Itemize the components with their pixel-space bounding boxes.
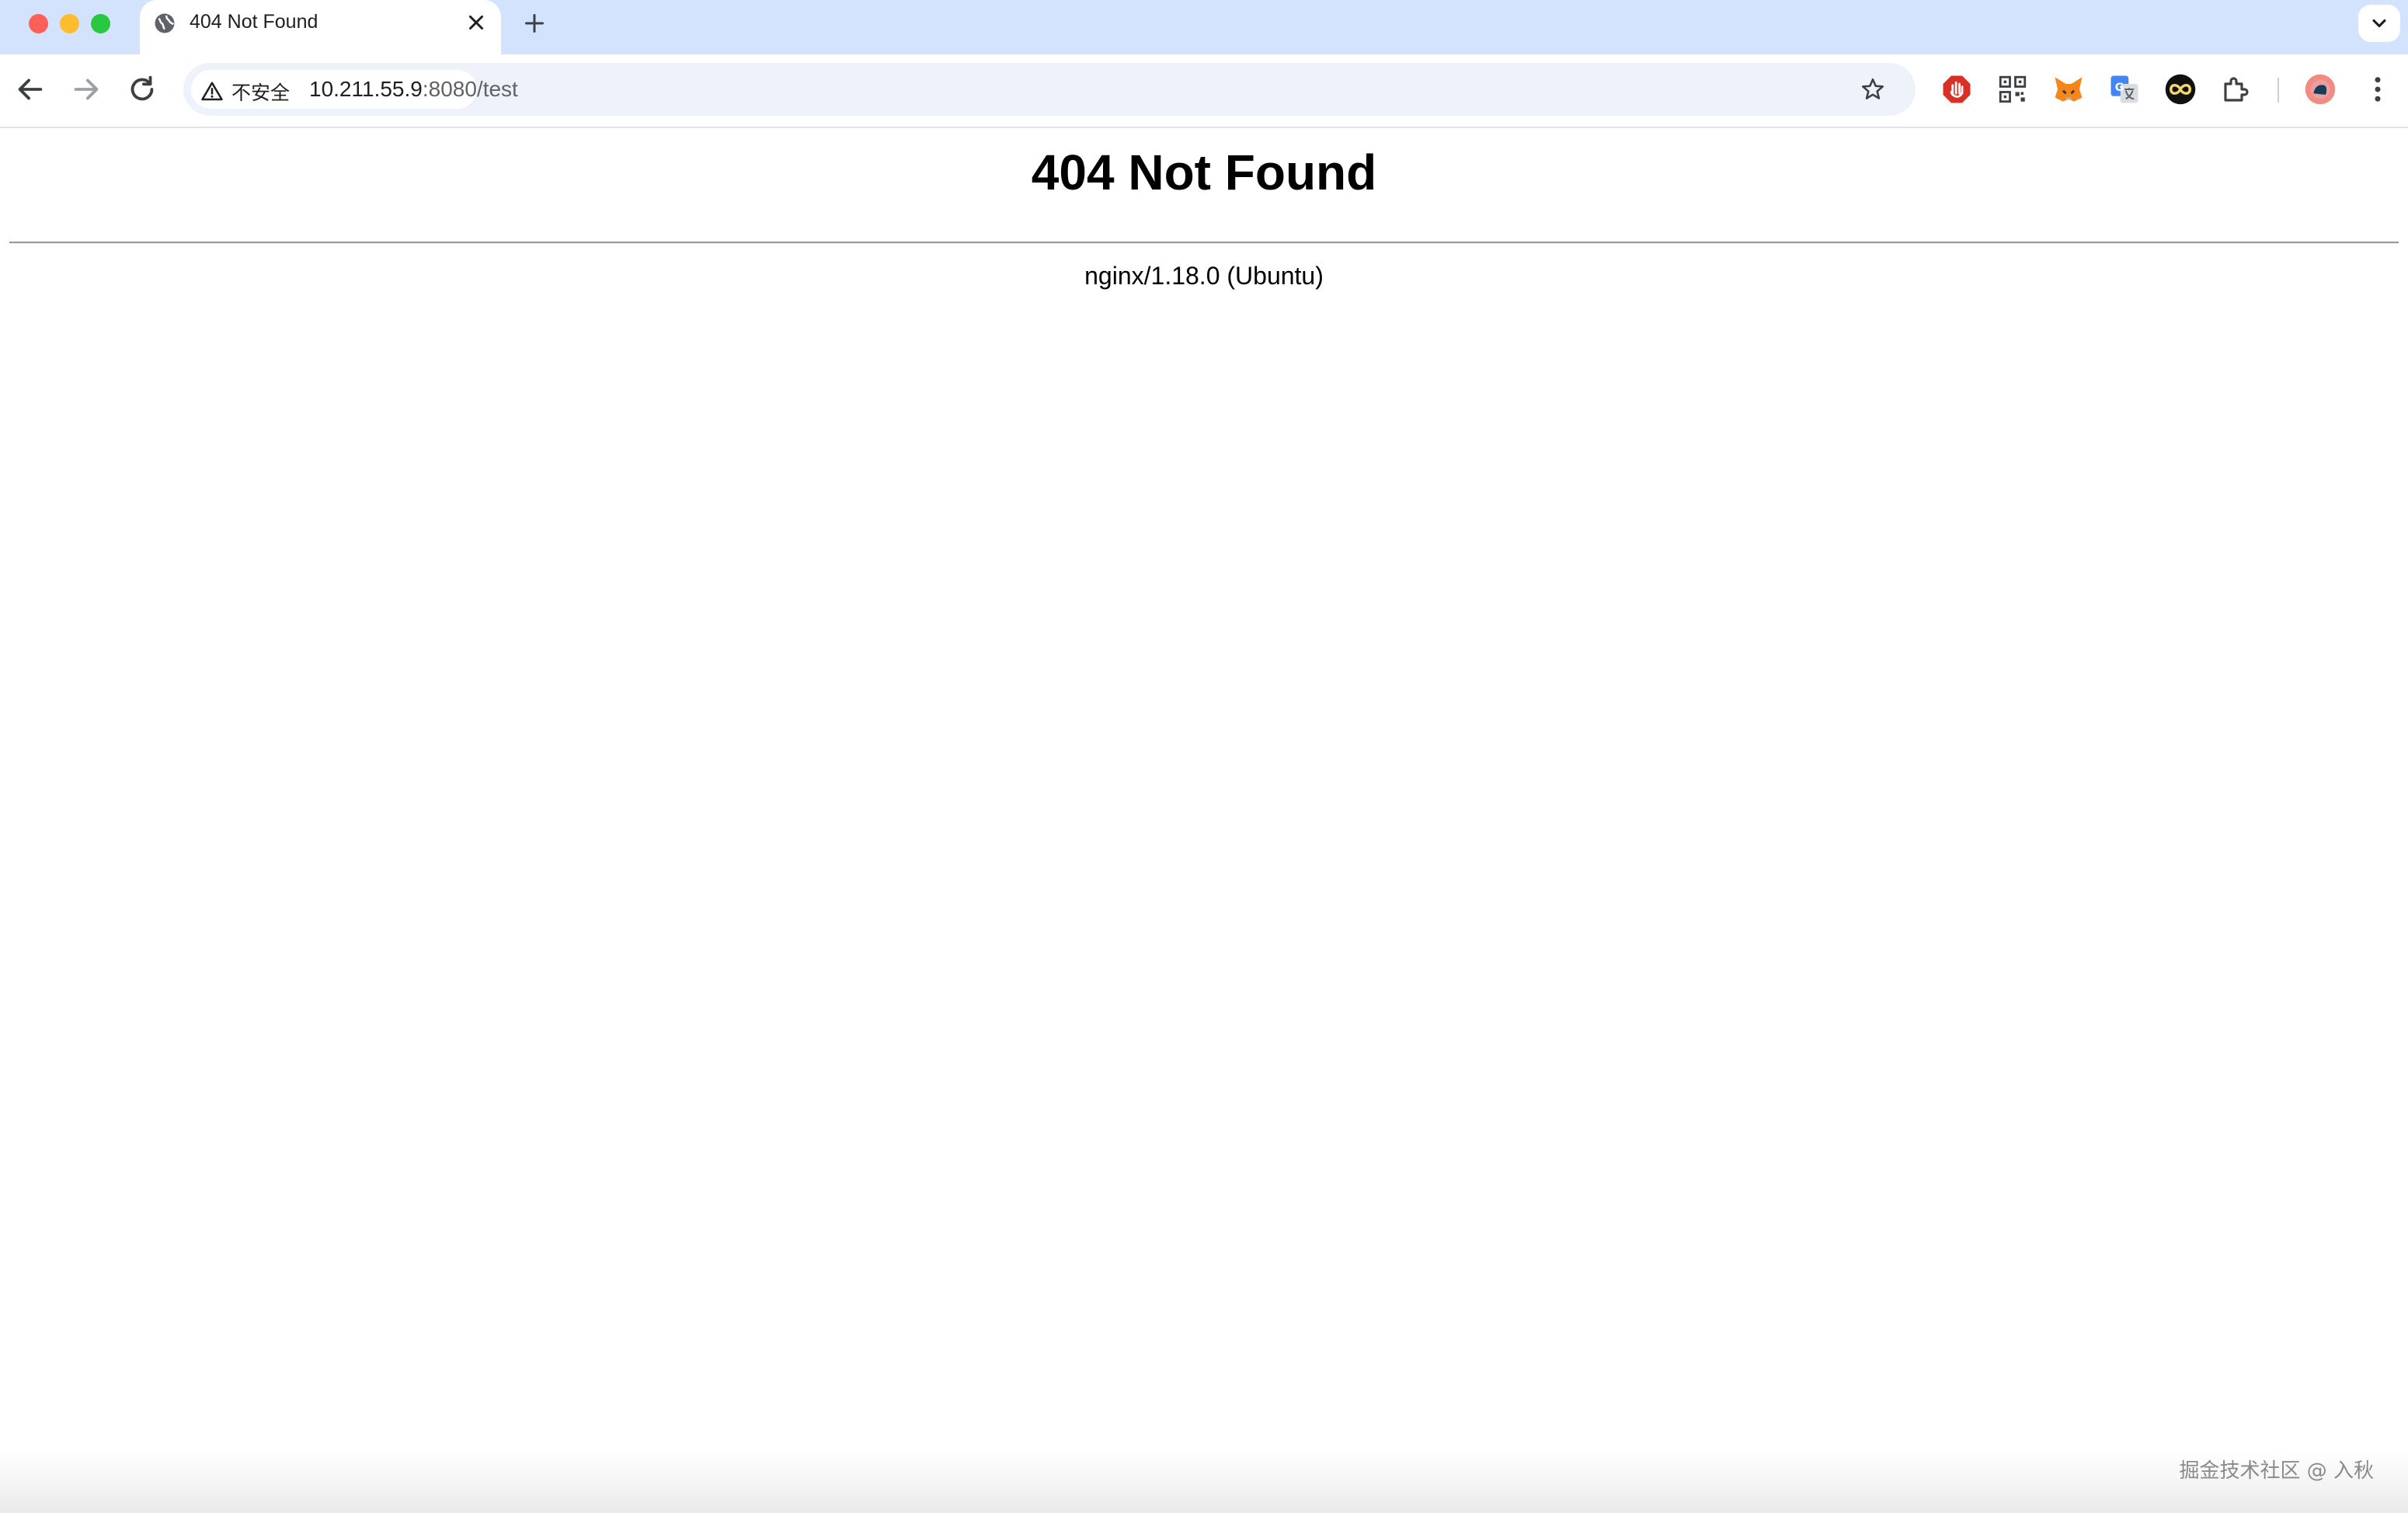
forward-arrow-icon[interactable] [68, 71, 104, 107]
bookmark-star-icon[interactable] [1860, 76, 1886, 103]
window-minimize-button[interactable] [60, 14, 79, 33]
infinity-extension-icon[interactable] [2164, 73, 2197, 106]
profile-avatar-icon[interactable] [2304, 73, 2337, 106]
back-arrow-icon[interactable] [12, 71, 48, 107]
window-close-button[interactable] [29, 14, 48, 33]
tab-title: 404 Not Found [190, 11, 318, 33]
warning-triangle-icon [201, 82, 223, 101]
active-tab[interactable]: 404 Not Found [140, 0, 501, 54]
reload-icon[interactable] [124, 71, 160, 107]
puzzle-extensions-icon[interactable] [2220, 73, 2253, 106]
qr-code-extension-icon[interactable] [1996, 73, 2029, 106]
url-host: 10.211.55.9 [309, 77, 423, 101]
page-heading: 404 Not Found [1031, 144, 1377, 200]
google-translate-icon[interactable]: G [2108, 73, 2141, 106]
server-signature: nginx/1.18.0 (Ubuntu) [1084, 262, 1324, 290]
address-bar[interactable]: 不安全 10.211.55.9:8080/test [183, 63, 1916, 116]
more-menu-icon[interactable] [2361, 73, 2394, 106]
url-path: :8080/test [422, 77, 518, 101]
globe-icon [155, 13, 175, 33]
new-tab-icon[interactable] [520, 9, 548, 37]
stop-hand-extension-icon[interactable] [1940, 73, 1973, 106]
tab-search-button[interactable] [2358, 5, 2400, 42]
metamask-fox-icon[interactable] [2052, 73, 2085, 106]
page-content: 404 Not Found nginx/1.18.0 (Ubuntu) [0, 128, 2408, 1513]
browser-toolbar: 不安全 10.211.55.9:8080/test G [0, 54, 2408, 128]
chevron-down-icon [2372, 19, 2386, 28]
security-label: 不安全 [231, 82, 291, 104]
svg-text:G: G [2115, 82, 2124, 94]
watermark-text: 掘金技术社区 @ 入秋 [2179, 1459, 2374, 1483]
horizontal-rule [9, 242, 2399, 244]
tab-strip: 404 Not Found [0, 0, 2408, 54]
toolbar-divider [2278, 78, 2279, 103]
tab-close-icon[interactable] [465, 11, 488, 34]
window-maximize-button[interactable] [91, 14, 110, 33]
url-text[interactable]: 10.211.55.9:8080/test [309, 77, 518, 102]
bottom-fade [0, 1451, 2408, 1513]
